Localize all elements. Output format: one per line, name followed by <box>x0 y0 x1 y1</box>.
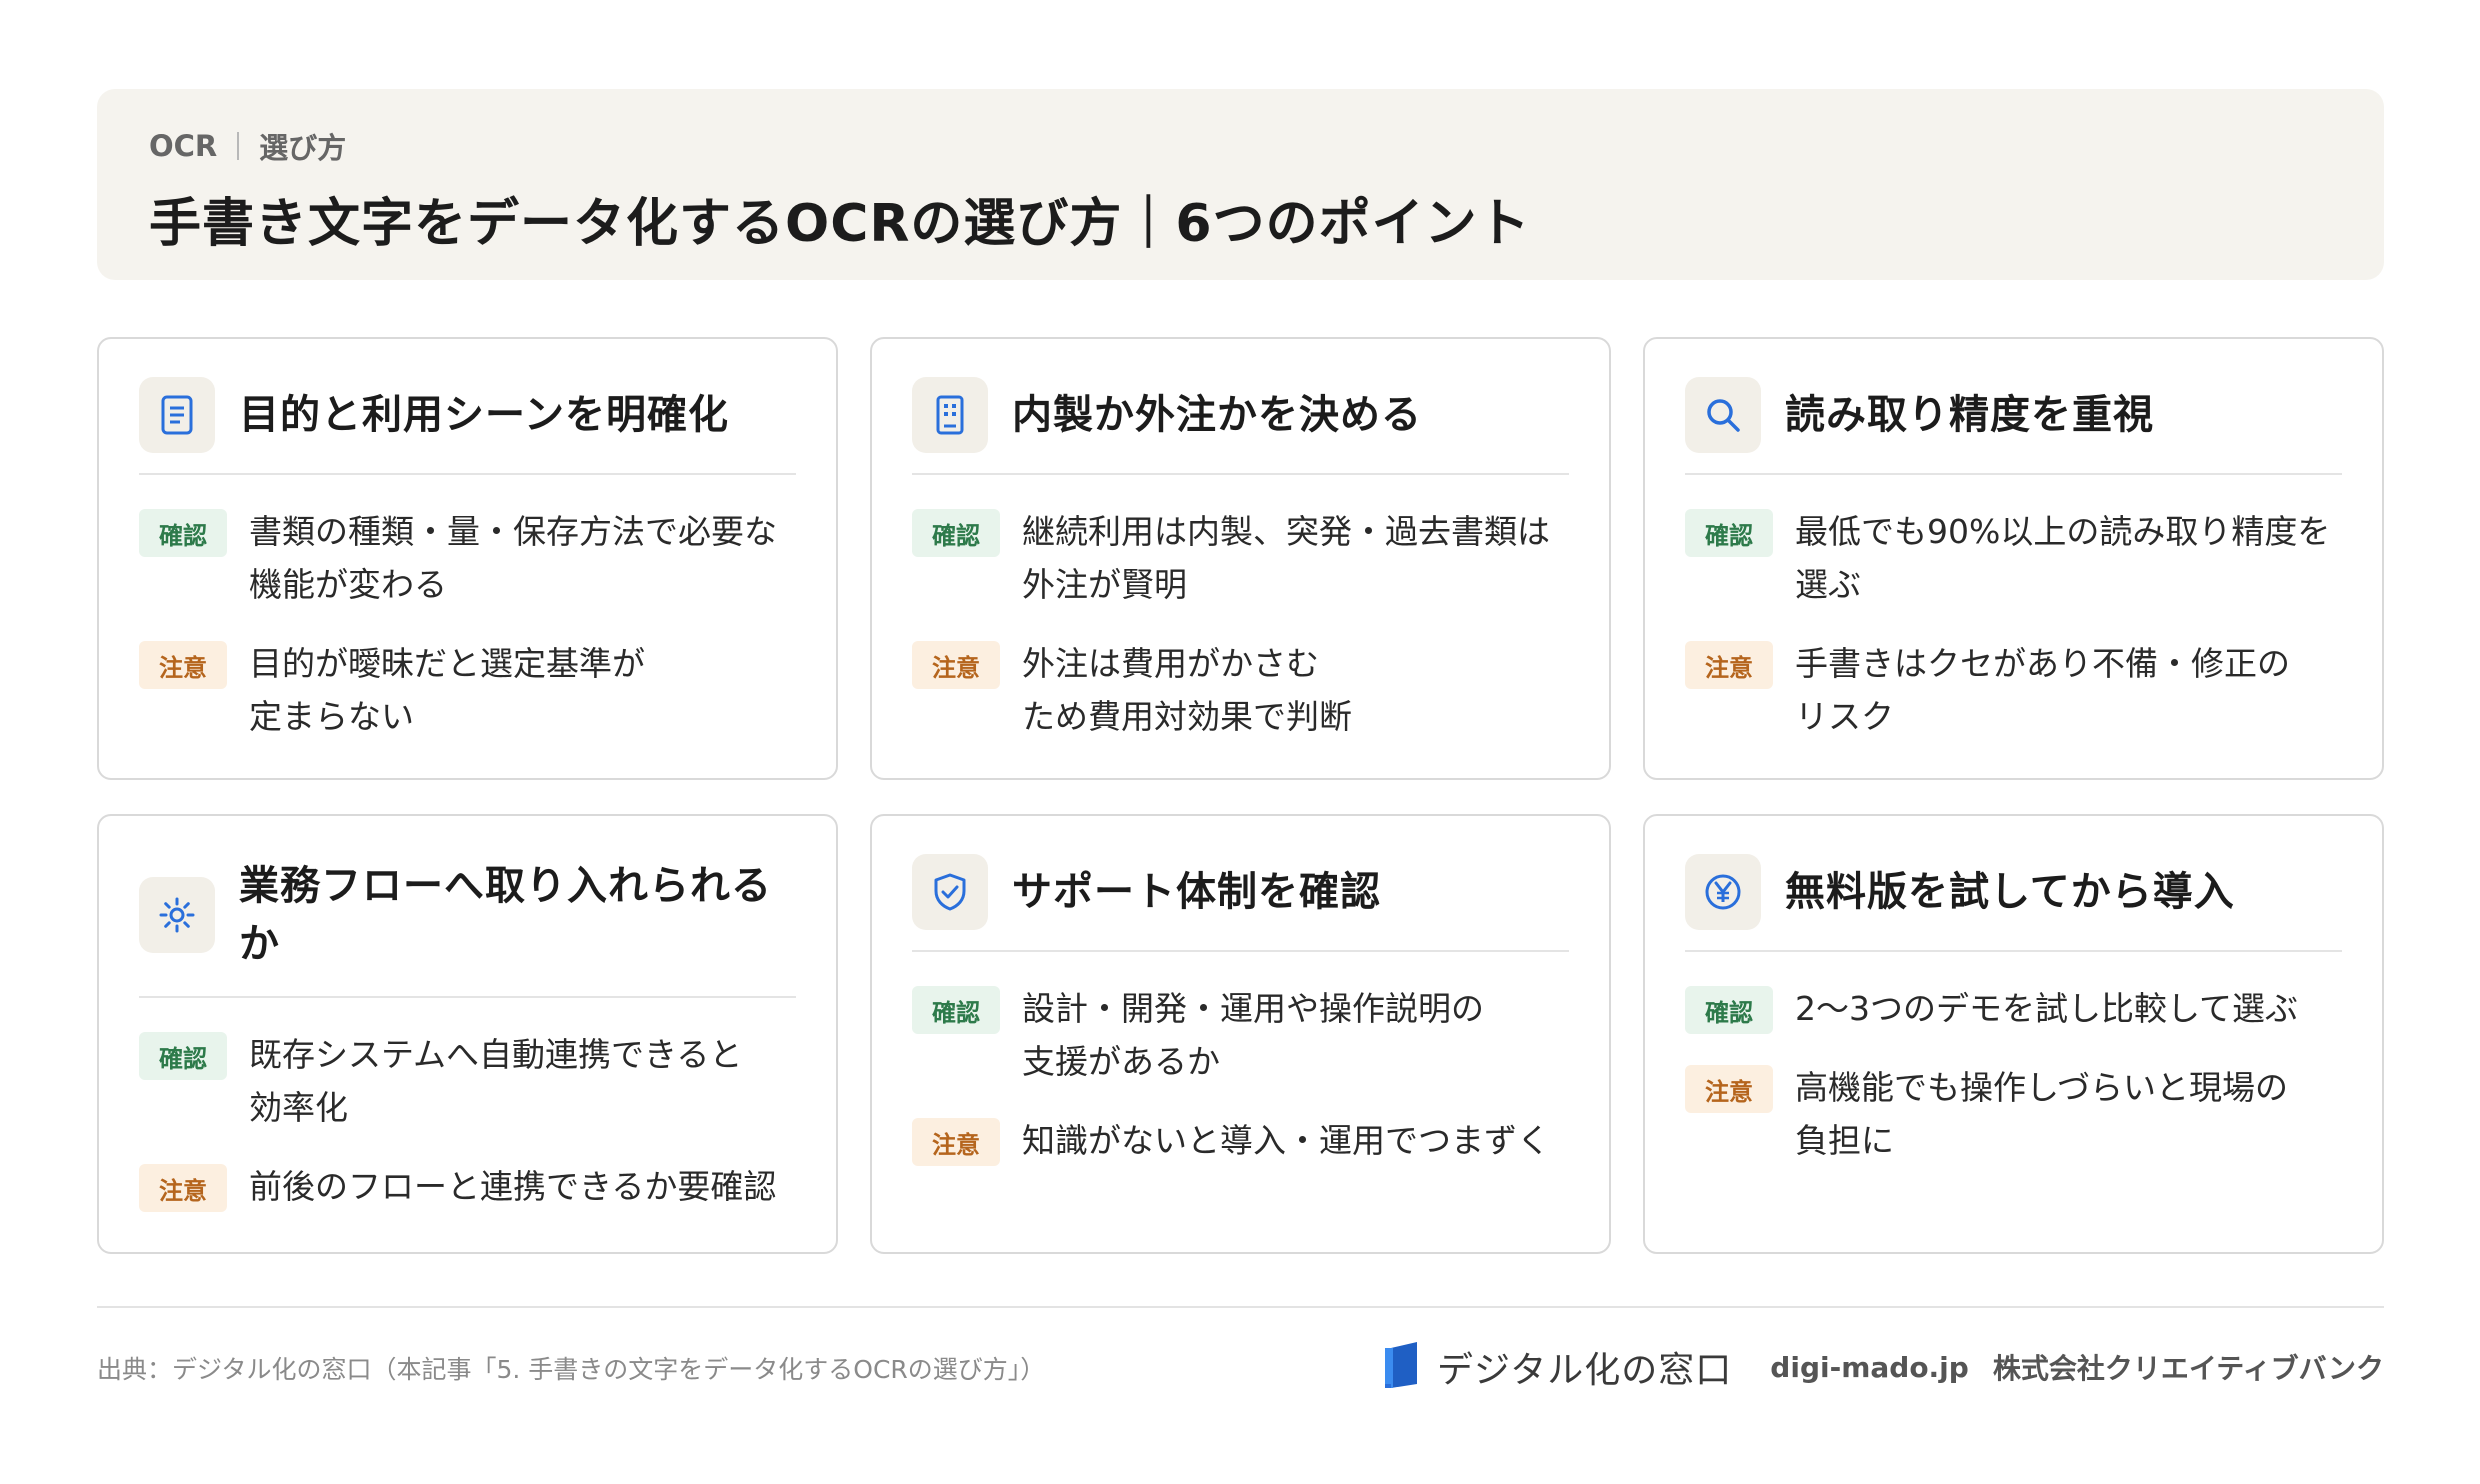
card-title: 内製か外注かを決める <box>1012 392 1422 438</box>
confirm-badge: 確認 <box>1685 509 1773 557</box>
confirm-badge: 確認 <box>139 509 227 557</box>
gear-icon <box>139 877 215 953</box>
point-card-free-trial: 無料版を試してから導入 確認 2〜3つのデモを試し比較して選ぶ 注意 高機能でも… <box>1643 814 2384 1254</box>
brand-block: デジタル化の窓口 digi-mado.jp 株式会社クリエイティブバンク <box>1383 1340 2384 1394</box>
point-card-inhouse-outsource: 内製か外注かを決める 確認 継続利用は内製、突発・過去書類は 外注が賢明 注意 … <box>870 337 1611 780</box>
card-header: サポート体制を確認 <box>912 854 1569 952</box>
search-icon <box>1685 377 1761 453</box>
card-header: 読み取り精度を重視 <box>1685 377 2342 475</box>
confirm-text: 書類の種類・量・保存方法で必要な 機能が変わる <box>249 512 777 604</box>
confirm-badge: 確認 <box>912 509 1000 557</box>
confirm-item: 確認 最低でも90%以上の読み取り精度を 選ぶ <box>1685 505 2342 611</box>
caution-badge: 注意 <box>912 641 1000 689</box>
caution-item: 注意 高機能でも操作しづらいと現場の 負担に <box>1685 1061 2342 1167</box>
card-title: 目的と利用シーンを明確化 <box>239 392 729 438</box>
card-header: 業務フローへ取り入れられる か <box>139 854 796 998</box>
confirm-text: 設計・開発・運用や操作説明の 支援があるか <box>1022 989 1484 1081</box>
card-title: 読み取り精度を重視 <box>1785 392 2154 438</box>
confirm-text: 2〜3つのデモを試し比較して選ぶ <box>1795 989 2299 1028</box>
brand-logo-icon <box>1383 1340 1423 1394</box>
caution-badge: 注意 <box>912 1118 1000 1166</box>
brand-company: 株式会社クリエイティブバンク <box>1992 1352 2384 1385</box>
card-title: サポート体制を確認 <box>1012 869 1381 915</box>
caution-text: 知識がないと導入・運用でつまずく <box>1022 1121 1550 1160</box>
caution-badge: 注意 <box>139 1164 227 1212</box>
confirm-text: 継続利用は内製、突発・過去書類は 外注が賢明 <box>1022 512 1550 604</box>
brand-name: デジタル化の窓口 <box>1437 1350 1733 1391</box>
caution-badge: 注意 <box>1685 641 1773 689</box>
caution-item: 注意 前後のフローと連携できるか要確認 <box>139 1160 796 1213</box>
confirm-item: 確認 2〜3つのデモを試し比較して選ぶ <box>1685 982 2342 1035</box>
shield-check-icon <box>912 854 988 930</box>
confirm-badge: 確認 <box>1685 986 1773 1034</box>
caution-badge: 注意 <box>1685 1065 1773 1113</box>
brand-domain[interactable]: digi-mado.jp <box>1770 1351 1969 1384</box>
card-header: 内製か外注かを決める <box>912 377 1569 475</box>
caution-badge: 注意 <box>139 641 227 689</box>
yen-icon <box>1685 854 1761 930</box>
caution-item: 注意 外注は費用がかさむ ため費用対効果で判断 <box>912 637 1569 743</box>
breadcrumb: OCR 選び方 <box>149 125 346 167</box>
footer-divider <box>97 1306 2384 1308</box>
confirm-badge: 確認 <box>139 1032 227 1080</box>
confirm-text: 既存システムへ自動連携できると 効率化 <box>249 1035 743 1127</box>
point-card-purpose: 目的と利用シーンを明確化 確認 書類の種類・量・保存方法で必要な 機能が変わる … <box>97 337 838 780</box>
building-icon <box>912 377 988 453</box>
confirm-item: 確認 書類の種類・量・保存方法で必要な 機能が変わる <box>139 505 796 611</box>
document-icon <box>139 377 215 453</box>
caution-text: 手書きはクセがあり不備・修正の リスク <box>1795 644 2290 736</box>
header-banner: OCR 選び方 手書き文字をデータ化するOCRの選び方｜6つのポイント <box>97 89 2384 280</box>
point-card-workflow: 業務フローへ取り入れられる か 確認 既存システムへ自動連携できると 効率化 注… <box>97 814 838 1254</box>
caution-item: 注意 手書きはクセがあり不備・修正の リスク <box>1685 637 2342 743</box>
card-title: 業務フローへ取り入れられる か <box>239 863 772 967</box>
caution-text: 前後のフローと連携できるか要確認 <box>249 1167 777 1206</box>
caution-item: 注意 知識がないと導入・運用でつまずく <box>912 1114 1569 1167</box>
confirm-item: 確認 設計・開発・運用や操作説明の 支援があるか <box>912 982 1569 1088</box>
point-card-accuracy: 読み取り精度を重視 確認 最低でも90%以上の読み取り精度を 選ぶ 注意 手書き… <box>1643 337 2384 780</box>
card-title: 無料版を試してから導入 <box>1785 869 2235 915</box>
points-grid: 目的と利用シーンを明確化 確認 書類の種類・量・保存方法で必要な 機能が変わる … <box>97 337 2384 1254</box>
confirm-badge: 確認 <box>912 986 1000 1034</box>
caution-text: 目的が曖昧だと選定基準が 定まらない <box>249 644 645 736</box>
confirm-item: 確認 既存システムへ自動連携できると 効率化 <box>139 1028 796 1134</box>
confirm-text: 最低でも90%以上の読み取り精度を 選ぶ <box>1795 512 2331 604</box>
breadcrumb-item-ocr[interactable]: OCR <box>149 129 217 163</box>
card-header: 無料版を試してから導入 <box>1685 854 2342 952</box>
point-card-support: サポート体制を確認 確認 設計・開発・運用や操作説明の 支援があるか 注意 知識… <box>870 814 1611 1254</box>
source-credit: 出典：デジタル化の窓口（本記事「5. 手書きの文字をデータ化するOCRの選び方」… <box>97 1355 1046 1384</box>
page-title: 手書き文字をデータ化するOCRの選び方｜6つのポイント <box>149 194 1531 254</box>
breadcrumb-separator <box>237 132 240 160</box>
caution-item: 注意 目的が曖昧だと選定基準が 定まらない <box>139 637 796 743</box>
caution-text: 高機能でも操作しづらいと現場の 負担に <box>1795 1068 2289 1160</box>
caution-text: 外注は費用がかさむ ため費用対効果で判断 <box>1022 644 1352 736</box>
breadcrumb-item-selection[interactable]: 選び方 <box>259 125 346 167</box>
card-header: 目的と利用シーンを明確化 <box>139 377 796 475</box>
confirm-item: 確認 継続利用は内製、突発・過去書類は 外注が賢明 <box>912 505 1569 611</box>
